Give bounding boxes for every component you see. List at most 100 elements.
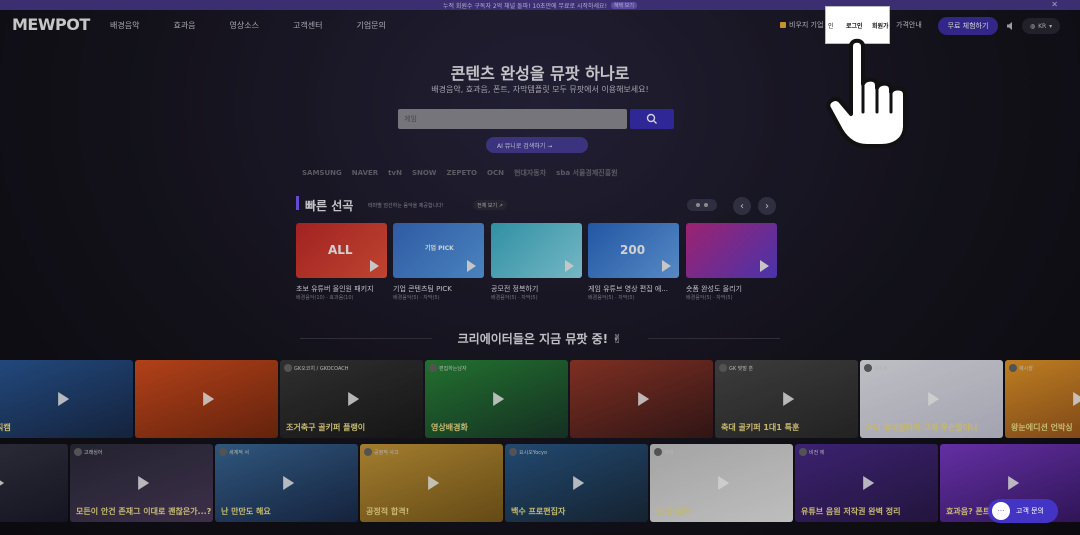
creator-video-thumb[interactable]: GK 맞말 훈 축대 골키퍼 1대1 특훈 — [715, 360, 858, 438]
business-link[interactable]: 비우지 기업 — [780, 20, 826, 30]
play-icon[interactable] — [57, 392, 69, 406]
quick-pick-card-title[interactable]: 게임 유튜브 영상 편집 에... — [588, 284, 679, 294]
channel-name: 예시쌀 — [1009, 364, 1033, 372]
avatar — [719, 364, 727, 372]
play-icon[interactable] — [137, 476, 149, 490]
creator-video-thumb[interactable]: 편집하는남자 영상배경화 — [425, 360, 568, 438]
creator-video-thumb[interactable] — [135, 360, 278, 438]
creator-video-thumb[interactable]: 공정적 사고 공정적 합격! — [360, 444, 503, 522]
play-icon[interactable] — [572, 476, 584, 490]
channel-name: 요시오Yocyo — [509, 448, 547, 456]
quick-pick-card-title[interactable]: 공모전 정복하기 — [491, 284, 582, 294]
play-icon[interactable] — [717, 476, 729, 490]
quick-pick-card-title[interactable]: 숏폼 완성도 올리기 — [686, 284, 777, 294]
chat-icon: ··· — [992, 502, 1010, 520]
creator-video-thumb[interactable]: 배호롱 아니 썸네일러아 그게 무슨말이니 — [860, 360, 1003, 438]
thumb-caption: 아니 썸네일러아 그게 무슨말이니 — [866, 423, 978, 432]
menu-item-bgm[interactable]: 배경음악 — [110, 20, 139, 31]
close-icon[interactable]: ✕ — [1051, 0, 1058, 9]
play-icon[interactable] — [282, 476, 294, 490]
play-icon[interactable] — [862, 476, 874, 490]
search-icon — [646, 113, 657, 124]
creator-video-thumb[interactable]: 세계적 서난 만만도 해요 — [215, 444, 358, 522]
hero-subtitle: 배경음악, 효과음, 폰트, 자막템플릿 모두 뮤팟에서 이용해보세요! — [431, 85, 649, 94]
thumb-caption: 직캠 — [0, 423, 11, 432]
promo-banner-button[interactable]: 혜택 보기 — [611, 1, 637, 9]
play-icon[interactable] — [565, 260, 574, 272]
quick-pick-card-title[interactable]: 기업 콘텐츠팀 PICK — [393, 284, 484, 294]
volume-icon[interactable] — [1006, 21, 1016, 33]
thumb-caption: 조거축구 골키퍼 플랭이 — [286, 423, 366, 432]
card-badge: 기업 PICK — [425, 245, 454, 252]
creator-video-thumb[interactable]: 비전 에 유튜브 음원 저작권 완벽 정리 — [795, 444, 938, 522]
search-button[interactable] — [630, 109, 674, 129]
pricing-link[interactable]: 가격안내 — [896, 20, 922, 30]
prev-arrow-button[interactable]: ‹ — [733, 197, 751, 215]
play-icon[interactable] — [427, 476, 439, 490]
menu-item-sfx[interactable]: 효과음 — [173, 20, 195, 31]
channel-label: GK오코치 / GKOCOACH — [294, 365, 349, 372]
quick-pick-card[interactable] — [491, 223, 582, 278]
hand-pointer-icon — [826, 38, 907, 148]
creator-video-thumb[interactable] — [0, 444, 68, 522]
menu-item-video-source[interactable]: 영상소스 — [230, 20, 259, 31]
play-icon[interactable] — [637, 392, 649, 406]
play-icon[interactable] — [347, 392, 359, 406]
menu-item-business[interactable]: 기업문의 — [356, 20, 385, 31]
view-all-button[interactable]: 전체 보기 ↗ — [473, 200, 507, 210]
free-trial-button[interactable]: 무료 체험하기 — [938, 17, 998, 35]
avatar — [799, 448, 807, 456]
thumb-caption: 공정적 합격! — [366, 507, 410, 516]
play-icon[interactable] — [370, 260, 379, 272]
avatar — [654, 448, 662, 456]
play-icon[interactable] — [492, 392, 504, 406]
avatar — [864, 364, 872, 372]
logo[interactable]: MEWPOT — [12, 15, 90, 34]
signup-link[interactable]: 회원가 — [872, 21, 889, 30]
play-icon[interactable] — [760, 260, 769, 272]
play-icon[interactable] — [662, 260, 671, 272]
promo-banner-text: 누적 회원수 구독자 2억 채널 돌파! 10초만에 무료로 시작하세요! — [442, 2, 607, 10]
next-arrow-button[interactable]: › — [758, 197, 776, 215]
play-icon[interactable] — [467, 260, 476, 272]
creator-video-thumb[interactable]: 고래싱어모든이 안건 존재그 이대로 괜찮은가...? — [70, 444, 213, 522]
brand-logo: NAVER — [351, 169, 379, 177]
quick-pick-card[interactable]: 기업 PICK — [393, 223, 484, 278]
promo-banner[interactable]: 누적 회원수 구독자 2억 채널 돌파! 10초만에 무료로 시작하세요! 혜택… — [0, 0, 1080, 10]
avatar — [509, 448, 517, 456]
creator-video-thumb[interactable]: 직캠 — [0, 360, 133, 438]
play-icon[interactable] — [1007, 476, 1019, 490]
thumb-caption: 모든이 안건 존재그 이대로 괜찮은가...? — [76, 507, 212, 516]
avatar — [364, 448, 372, 456]
chat-support-button[interactable]: ··· 고객 문의 — [988, 499, 1058, 523]
quick-pick-card[interactable]: ALL — [296, 223, 387, 278]
creator-video-thumb[interactable] — [570, 360, 713, 438]
quick-pick-card-title[interactable]: 초보 유튜버 올인원 패키지 — [296, 284, 387, 294]
login-link[interactable]: 로그인 — [846, 21, 863, 30]
channel-label: 고래싱어 — [84, 449, 103, 456]
carousel-toggle[interactable] — [687, 199, 717, 211]
creator-video-thumb[interactable]: GK오코치 / GKOCOACH 조거축구 골키퍼 플랭이 — [280, 360, 423, 438]
thumb-caption: 축대 골키퍼 1대1 특훈 — [721, 423, 800, 432]
menu-item-support[interactable]: 고객센터 — [293, 20, 322, 31]
play-icon[interactable] — [927, 392, 939, 406]
search-input[interactable]: 게임 — [398, 109, 627, 129]
play-icon[interactable] — [0, 476, 4, 490]
language-selector[interactable]: ◍ KR ▾ — [1022, 18, 1060, 34]
thumb-caption: 백수 프로편집자 — [511, 507, 566, 516]
channel-label: 냥세 — [664, 449, 674, 456]
page: 누적 회원수 구독자 2억 채널 돌파! 10초만에 무료로 시작하세요! 혜택… — [0, 0, 1080, 535]
thumb-caption: 왕눈에디션 언박싱 — [1011, 423, 1073, 432]
quick-pick-card[interactable]: 200 — [588, 223, 679, 278]
ai-search-button[interactable]: AI 뮤니로 검색하기 → — [486, 137, 588, 153]
creator-video-thumb[interactable]: 냥세 넌 좀 맞자 — [650, 444, 793, 522]
card-badge: ALL — [328, 243, 353, 257]
creator-video-thumb[interactable]: 요시오Yocyo 백수 프로편집자 — [505, 444, 648, 522]
quick-pick-card[interactable] — [686, 223, 777, 278]
play-icon[interactable] — [782, 392, 794, 406]
play-icon[interactable] — [1072, 392, 1080, 406]
creator-video-thumb[interactable]: 예시쌀왕눈에디션 언박싱 — [1005, 360, 1080, 438]
brand-logo: 현대자동차 — [513, 169, 547, 177]
channel-name: 고래싱어 — [74, 448, 102, 456]
play-icon[interactable] — [202, 392, 214, 406]
